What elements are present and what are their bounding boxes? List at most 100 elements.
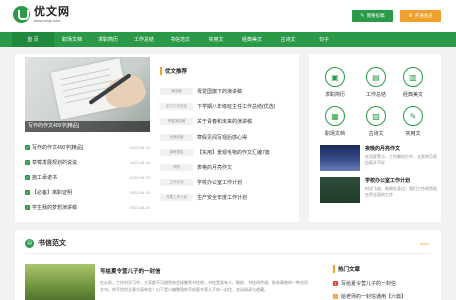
edit-icon: ✎	[360, 13, 365, 19]
list-item-title: 寒假见闻写观后感心得	[197, 134, 248, 141]
list-item-title: 生产安全年度工作计划	[197, 195, 248, 202]
list-item-title: 施工承诺书	[32, 175, 58, 181]
hot-item-title: 写给夏令营儿子的一封信	[341, 281, 397, 287]
list-item[interactable]: ✓ 施工承诺书 2023-06-19	[25, 170, 150, 185]
article-thumbnail	[320, 177, 360, 203]
hot-item-title: 给老师的一封信通用【六篇】	[341, 294, 407, 300]
nav-item-resume[interactable]: 求职简历	[90, 32, 126, 47]
featured-image[interactable]: 写作的作文400字[精品]	[25, 57, 150, 132]
book-icon: ▤	[25, 238, 34, 248]
scroll-icon: ▧	[366, 106, 386, 126]
article-desc: 在从前，工作时学习中，大家都不可避免地会接触到书信吧，书信是具有人、眼前、书信间…	[100, 280, 308, 292]
list-item-title: 【必备】离职证明	[32, 190, 73, 196]
check-icon: ✓	[25, 175, 30, 180]
list-item-title: 学生我的梦想演讲稿	[32, 205, 78, 211]
logo-icon	[13, 6, 30, 23]
category-tag[interactable]: 求职	[160, 164, 193, 172]
side-article[interactable]: 学校办公室工作计划 时光飞逝，新周在身边，我们工作经验现在积全面的工作	[320, 177, 437, 203]
vip-button[interactable]: ♛ 开通会员	[400, 10, 441, 22]
list-item-date: 2023-06-19	[129, 175, 150, 180]
list-item[interactable]: ✓ 写作的作文400字[精品] 2023-06-19	[25, 140, 150, 155]
list-item[interactable]: 演讲稿 母爱国旗下的演讲稿	[160, 84, 290, 99]
category-resume[interactable]: ▣ 求职简历	[320, 67, 350, 98]
list-item-date: 2023-06-19	[129, 160, 150, 165]
list-item[interactable]: 调研报告 【实用】景观毛物的作文汇编7篇	[160, 145, 290, 160]
article-thumbnail	[320, 145, 360, 171]
list-item[interactable]: 实习工作总结 下学期八年级班主任工作总结(优选)	[160, 99, 290, 114]
folder-icon: ▦	[325, 106, 345, 126]
category-ancient-poems[interactable]: ▧ 古诗文	[361, 106, 391, 137]
heading-bar	[160, 67, 162, 75]
nav-item-letters[interactable]: 书信范文	[162, 32, 198, 47]
list-item-date: 2023-06-19	[129, 145, 150, 150]
nav-item-home[interactable]: 首 页	[12, 32, 54, 47]
category-label: 职场文档	[324, 131, 345, 137]
category-label: 求职简历	[324, 92, 345, 98]
category-label: 实用文	[405, 131, 421, 137]
rank-badge: 1	[333, 281, 338, 286]
list-item[interactable]: 青春演讲稿 关于青春和未来的演讲稿	[160, 114, 290, 129]
main-nav: 首 页 职场文档 求职简历 工作总结 书信范文 实用文 经典美文 古诗文 句子	[0, 32, 456, 47]
list-item-title: 【实用】景观毛物的作文汇编7篇	[197, 149, 270, 156]
category-tag[interactable]: 实习工作总结	[160, 103, 193, 111]
list-item[interactable]: 求职 表格的月亮作文	[160, 160, 290, 175]
recommend-list: 演讲稿 母爱国旗下的演讲稿 实习工作总结 下学期八年级班主任工作总结(优选) 青春演…	[160, 84, 290, 206]
category-tag[interactable]: 工作计划	[160, 179, 193, 187]
document-icon: ▤	[366, 67, 386, 87]
side-article-desc: 在回家等方，工作都在忙中，太家的月亮由离开不好	[365, 154, 437, 165]
list-item-title: 母爱国旗下的演讲稿	[197, 89, 243, 96]
nav-item-ancient-poems[interactable]: 古诗文	[270, 32, 306, 47]
category-tag[interactable]: 调研报告	[160, 148, 193, 156]
submit-article-button[interactable]: ✎ 我要投稿	[352, 10, 393, 22]
article-title[interactable]: 写给夏令营儿子的一封信	[100, 267, 161, 275]
list-item[interactable]: 工作计划 学校办公室工作计划	[160, 175, 290, 190]
site-logo[interactable]: 优文网 www.smjs.com	[13, 6, 70, 23]
category-tag[interactable]: 演讲稿	[160, 88, 193, 96]
list-item-title: 学校办公室工作计划	[197, 180, 243, 187]
list-item[interactable]: 优美段落 寒假见闻写观后感心得	[160, 130, 290, 145]
nav-item-career-docs[interactable]: 职场文档	[54, 32, 90, 47]
logo-name: 优文网	[34, 6, 70, 18]
category-tag[interactable]: 优美段落	[160, 133, 193, 141]
list-item-title: 关于青春和未来的演讲稿	[197, 119, 253, 126]
category-tag[interactable]: 开展工作计划	[160, 194, 193, 202]
vip-label: 开通会员	[414, 13, 433, 18]
briefcase-icon: ▣	[325, 67, 345, 87]
list-item-title: 写作的作文400字[精品]	[32, 145, 84, 151]
article-thumbnail[interactable]	[25, 264, 95, 300]
category-practical[interactable]: ✎ 实用文	[398, 106, 428, 137]
recommend-heading: 优文推荐	[160, 67, 187, 75]
nav-item-sentences[interactable]: 句子	[306, 32, 342, 47]
check-icon: ✓	[25, 205, 30, 210]
category-label: 工作总结	[365, 92, 386, 98]
list-item[interactable]: ✓ 草莓发展规划的说说 2023-06-19	[25, 155, 150, 170]
category-career-docs[interactable]: ▦ 职场文档	[320, 106, 350, 137]
nav-item-practical[interactable]: 实用文	[198, 32, 234, 47]
nav-item-classic-prose[interactable]: 经典美文	[234, 32, 270, 47]
section-heading: ▤ 书信范文	[25, 238, 66, 248]
latest-list: ✓ 写作的作文400字[精品] 2023-06-19 ✓ 草莓发展规划的说说 202…	[25, 140, 150, 215]
section-title: 书信范文	[38, 240, 66, 247]
list-item[interactable]: 开展工作计划 生产安全年度工作计划	[160, 190, 290, 205]
list-item[interactable]: ✓ 【必备】离职证明 2023-06-19	[25, 185, 150, 200]
hot-list-item[interactable]: 2 给老师的一封信通用【六篇】	[333, 293, 406, 300]
recommend-title: 优文推荐	[165, 69, 188, 75]
category-work-summary[interactable]: ▤ 工作总结	[361, 67, 391, 98]
category-classic-prose[interactable]: ▥ 经典美文	[398, 67, 428, 98]
category-label: 古诗文	[368, 131, 384, 137]
side-article-desc: 时光飞逝，新周在身边，我们工作经验现在积全面的工作	[365, 186, 437, 197]
nav-item-work-summary[interactable]: 工作总结	[126, 32, 162, 47]
category-tag[interactable]: 青春演讲稿	[160, 118, 193, 126]
submit-article-label: 我要投稿	[366, 13, 385, 18]
more-link[interactable]: more	[420, 241, 429, 246]
list-item[interactable]: ✓ 学生我的梦想演讲稿 2023-06-19	[25, 200, 150, 215]
heading-bar	[333, 265, 335, 273]
list-item-title: 草莓发展规划的说说	[32, 160, 78, 166]
section-divider	[25, 253, 431, 254]
hot-list-item[interactable]: 1 写给夏令营儿子的一封信	[333, 280, 396, 287]
side-article-title: 夜晚的月亮作文	[365, 146, 401, 152]
list-item-title: 表格的月亮作文	[197, 165, 233, 172]
side-article[interactable]: 夜晚的月亮作文 在回家等方，工作都在忙中，太家的月亮由离开不好	[320, 145, 437, 171]
hot-title: 热门文章	[338, 267, 361, 273]
category-label: 经典美文	[402, 92, 423, 98]
